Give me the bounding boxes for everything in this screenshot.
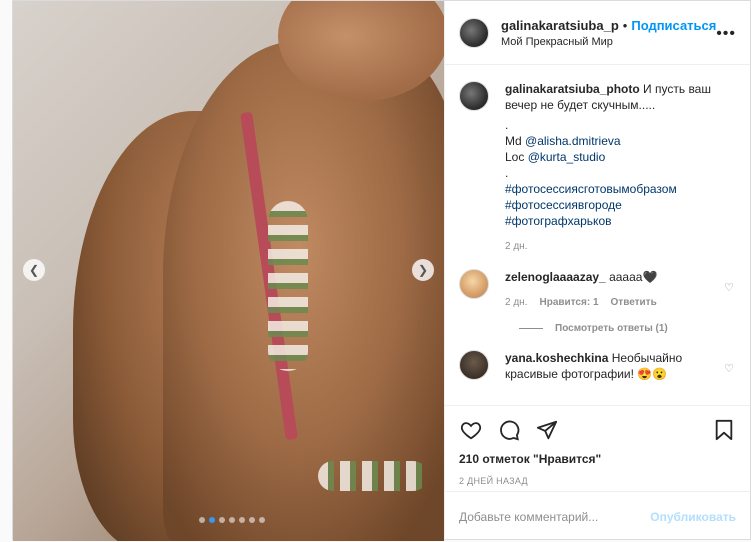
caption-dot: .	[505, 118, 509, 132]
heart-icon[interactable]	[459, 418, 483, 442]
follow-button[interactable]: Подписаться	[631, 18, 716, 33]
commenter-avatar[interactable]	[459, 350, 489, 380]
comment-item: zelenoglaaaazay_ ааааа🖤 2 дн. Нравится: …	[459, 269, 736, 311]
commenter-username[interactable]: zelenoglaaaazay_	[505, 270, 606, 284]
comment-input[interactable]	[459, 509, 651, 524]
chevron-left-icon: ❮	[28, 263, 40, 277]
caption-time[interactable]: 2 дн.	[505, 239, 527, 255]
carousel-dot	[249, 517, 255, 523]
commenter-username[interactable]: yana.koshechkina	[505, 351, 608, 365]
caption-md-prefix: Md	[505, 134, 526, 148]
hashtag-link[interactable]: #фотосессиявгороде	[505, 197, 725, 213]
post-header: galinakaratsiuba_p • Подписаться Мой Пре…	[445, 1, 750, 65]
comment-time[interactable]: 2 дн.	[505, 295, 527, 311]
mention-location[interactable]: @kurta_studio	[528, 150, 606, 164]
carousel-dot	[229, 517, 235, 523]
post-actions: 210 отметок "Нравится" 2 ДНЕЙ НАЗАД	[445, 405, 750, 486]
instagram-post: ❮ ❯ galinakaratsiuba_p • Подписаться Мой…	[12, 0, 751, 541]
comment-like-heart-icon[interactable]: ♡	[724, 281, 734, 294]
post-location[interactable]: Мой Прекрасный Мир	[501, 36, 716, 48]
view-replies-button[interactable]: Посмотреть ответы (1)	[519, 323, 736, 334]
author-avatar[interactable]	[459, 17, 489, 48]
comment-item: yana.koshechkina Необычайно красивые фот…	[459, 350, 736, 382]
comment-likes[interactable]: Нравится: 1	[539, 295, 598, 311]
chevron-right-icon: ❯	[417, 263, 429, 277]
post-date[interactable]: 2 ДНЕЙ НАЗАД	[459, 476, 736, 486]
commenter-avatar[interactable]	[459, 269, 489, 299]
carousel-dot	[219, 517, 225, 523]
carousel-indicator	[199, 517, 265, 523]
add-comment-bar: Опубликовать	[445, 491, 750, 541]
carousel-dot	[239, 517, 245, 523]
mention-model[interactable]: @alisha.dmitrieva	[525, 134, 621, 148]
hashtag-link[interactable]: #фотографхарьков	[505, 213, 725, 229]
carousel-dot-active	[209, 517, 215, 523]
author-username[interactable]: galinakaratsiuba_p	[501, 18, 619, 33]
comment-like-heart-icon[interactable]: ♡	[724, 362, 734, 375]
more-horizontal-icon[interactable]: •••	[716, 25, 736, 43]
carousel-next-button[interactable]: ❯	[412, 259, 434, 281]
view-replies-label: Посмотреть ответы (1)	[555, 323, 668, 334]
caption: galinakaratsiuba_photo И пусть ваш вечер…	[459, 81, 736, 255]
separator-dot: •	[622, 17, 628, 33]
caption-loc-prefix: Loc	[505, 150, 528, 164]
carousel-prev-button[interactable]: ❮	[23, 259, 45, 281]
caption-dot: .	[505, 166, 509, 180]
caption-avatar[interactable]	[459, 81, 489, 111]
carousel-dot	[259, 517, 265, 523]
likes-count[interactable]: 210 отметок "Нравится"	[459, 452, 736, 466]
hashtag-link[interactable]: #фотосессиясготовымобразом	[505, 181, 725, 197]
bookmark-icon[interactable]	[712, 418, 736, 442]
publish-button[interactable]: Опубликовать	[650, 510, 736, 524]
caption-username[interactable]: galinakaratsiuba_photo	[505, 82, 640, 96]
comment-icon[interactable]	[497, 418, 521, 442]
replies-divider	[519, 328, 543, 329]
carousel-dot	[199, 517, 205, 523]
share-icon[interactable]	[535, 418, 559, 442]
post-photo[interactable]: ❮ ❯	[13, 1, 444, 541]
reply-button[interactable]: Ответить	[611, 295, 657, 311]
comment-text: ааааа🖤	[605, 270, 658, 284]
comments-section: galinakaratsiuba_photo И пусть ваш вечер…	[445, 65, 750, 405]
post-sidebar: galinakaratsiuba_p • Подписаться Мой Пре…	[444, 1, 750, 541]
